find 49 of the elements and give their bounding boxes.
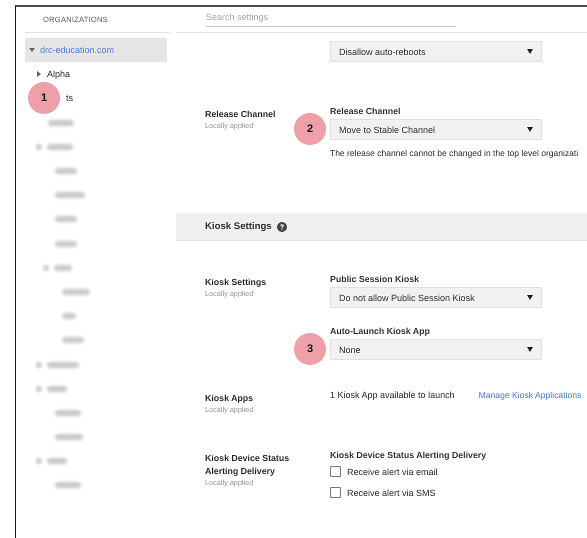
blurred-label <box>55 216 77 222</box>
dropdown[interactable]: None <box>330 339 542 360</box>
callout-badge: 1 <box>28 82 60 114</box>
blurred-label <box>47 362 79 368</box>
tree-item[interactable]: Alpha <box>47 69 70 80</box>
blurred-label <box>54 264 72 271</box>
section-title: Kiosk Settings <box>205 221 272 232</box>
dropdown[interactable]: Do not allow Public Session Kiosk <box>330 287 542 308</box>
tree-item[interactable]: ts <box>66 93 74 104</box>
manage-link[interactable]: Manage Kiosk Applications <box>478 390 582 400</box>
blurred-label <box>55 192 85 198</box>
blurred-label <box>47 458 67 464</box>
caret-icon <box>527 49 533 54</box>
checkbox[interactable] <box>330 487 341 498</box>
setting-title: Kiosk Settings <box>205 276 268 289</box>
blurred-label <box>47 144 73 150</box>
checkbox-option[interactable]: Receive alert via email <box>330 466 438 477</box>
callout-badge: 2 <box>294 113 326 145</box>
blurred-label <box>55 168 77 174</box>
status-text: 1 Kiosk App available to launch <box>330 390 455 400</box>
field-label: Public Session Kiosk <box>330 274 419 284</box>
field-label: Auto-Launch Kiosk App <box>330 326 430 336</box>
field-label: Release Channel <box>330 106 400 116</box>
search-field[interactable]: Search settings <box>206 8 456 27</box>
caret-icon <box>527 127 533 132</box>
dropdown[interactable]: Disallow auto-reboots <box>330 41 542 62</box>
setting-title: Kiosk Apps <box>205 392 254 405</box>
caret-icon <box>527 295 533 300</box>
blurred-label <box>55 434 83 440</box>
collapse-arrow-icon[interactable] <box>29 47 35 54</box>
caret-icon <box>527 347 533 352</box>
blurred-label <box>55 410 81 416</box>
blurred-label <box>55 240 77 247</box>
checkbox-option[interactable]: Receive alert via SMS <box>330 487 436 498</box>
blurred-label <box>48 120 74 126</box>
setting-title: Kiosk Device Status Alerting Delivery <box>205 452 290 478</box>
checkbox[interactable] <box>330 466 341 477</box>
expand-arrow-icon[interactable] <box>36 71 42 78</box>
blurred-label <box>62 288 90 295</box>
blurred-label <box>62 313 76 320</box>
help-text: The release channel cannot be changed in the top level organizati <box>330 148 578 158</box>
dropdown[interactable]: Move to Stable Channel <box>330 119 542 140</box>
setting-title: Release Channel <box>205 108 276 121</box>
blurred-label <box>62 337 84 344</box>
field-label: Kiosk Device Status Alerting Delivery <box>330 450 486 460</box>
blurred-label <box>47 386 67 392</box>
callout-badge: 3 <box>294 333 326 365</box>
blurred-label <box>55 482 81 488</box>
help-icon[interactable] <box>276 222 287 232</box>
